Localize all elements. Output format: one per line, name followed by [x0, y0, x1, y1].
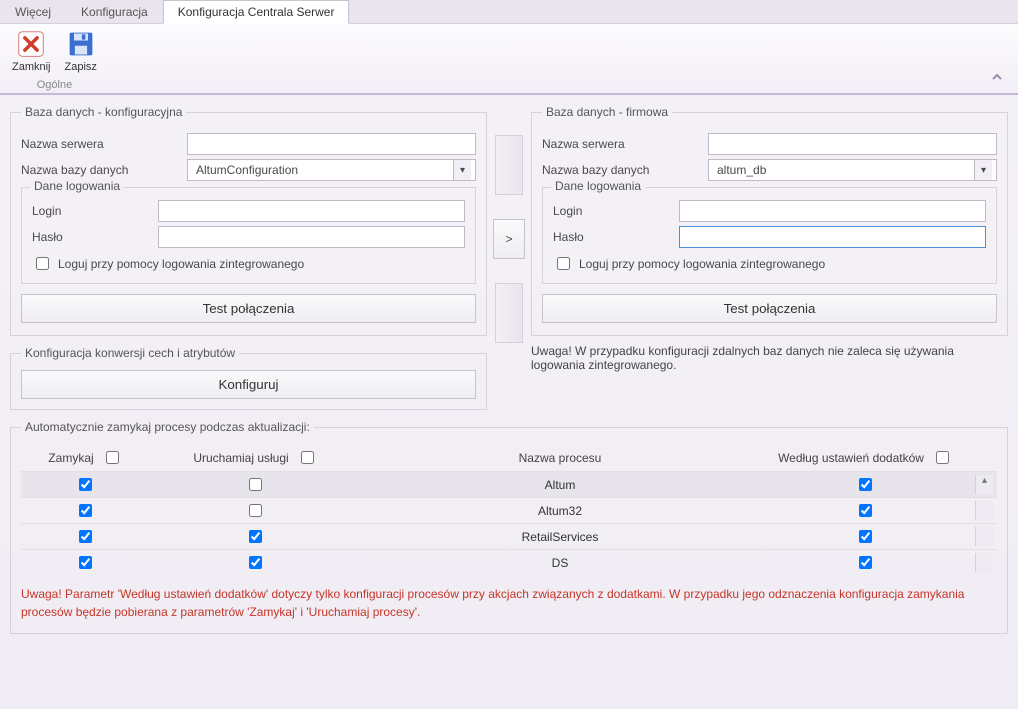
row-process-name: DS — [365, 556, 755, 570]
save-button-label: Zapisz — [65, 61, 97, 73]
center-column: > — [491, 105, 527, 343]
row-addon-checkbox[interactable] — [859, 478, 872, 491]
company-dbname-label: Nazwa bazy danych — [542, 163, 702, 177]
config-server-input[interactable] — [187, 133, 476, 155]
row-start-checkbox[interactable] — [249, 478, 262, 491]
ribbon: Zamknij Zapisz Ogólne — [0, 24, 1018, 95]
chevron-down-icon[interactable]: ▾ — [974, 160, 992, 180]
company-login-group-label: Dane logowania — [551, 179, 645, 193]
company-integrated-checkbox[interactable] — [557, 257, 570, 270]
row-addon-checkbox[interactable] — [859, 504, 872, 517]
header-start-services: Uruchamiaj usługi — [193, 451, 288, 465]
company-integrated-label: Loguj przy pomocy logowania zintegrowane… — [579, 257, 825, 271]
ribbon-group-label: Ogólne — [37, 77, 72, 91]
row-start-checkbox[interactable] — [249, 504, 262, 517]
process-table-header: Zamykaj Uruchamiaj usługi Nazwa procesu … — [21, 444, 997, 471]
table-row[interactable]: Altum ▴ — [21, 471, 997, 497]
table-row[interactable]: DS — [21, 549, 997, 575]
scrollbar[interactable] — [975, 527, 993, 546]
company-dbname-value: altum_db — [713, 161, 974, 179]
config-integrated-label: Loguj przy pomocy logowania zintegrowane… — [58, 257, 304, 271]
company-server-label: Nazwa serwera — [542, 137, 702, 151]
group-process-autoclose-legend: Automatycznie zamykaj procesy podczas ak… — [21, 420, 314, 434]
row-close-checkbox[interactable] — [79, 530, 92, 543]
group-company-db: Baza danych - firmowa Nazwa serwera Nazw… — [531, 105, 1008, 336]
company-login-input[interactable] — [679, 200, 986, 222]
group-company-db-legend: Baza danych - firmowa — [542, 105, 672, 119]
row-close-checkbox[interactable] — [79, 504, 92, 517]
config-dbname-label: Nazwa bazy danych — [21, 163, 181, 177]
config-server-label: Nazwa serwera — [21, 137, 181, 151]
tab-bar: Więcej Konfiguracja Konfiguracja Central… — [0, 0, 1018, 24]
save-button[interactable]: Zapisz — [61, 28, 101, 75]
header-addon-checkbox[interactable] — [936, 451, 949, 464]
chevron-down-icon[interactable]: ▾ — [453, 160, 471, 180]
tab-central-server-config[interactable]: Konfiguracja Centrala Serwer — [163, 0, 350, 24]
company-password-input[interactable] — [679, 226, 986, 248]
scrollbar[interactable]: ▴ — [975, 475, 993, 494]
center-bar-top — [495, 135, 523, 195]
company-login-group: Dane logowania Login Hasło Loguj przy po… — [542, 187, 997, 284]
process-warning: Uwaga! Parametr 'Według ustawień dodatkó… — [21, 585, 997, 621]
config-login-group: Dane logowania Login Hasło Loguj przy po… — [21, 187, 476, 284]
config-login-label: Login — [32, 204, 152, 218]
save-icon — [67, 30, 95, 61]
company-test-connection-button[interactable]: Test połączenia — [542, 294, 997, 323]
config-integrated-checkbox[interactable] — [36, 257, 49, 270]
ribbon-collapse-button[interactable] — [984, 66, 1010, 91]
config-login-group-label: Dane logowania — [30, 179, 124, 193]
tab-config[interactable]: Konfiguracja — [66, 0, 163, 23]
config-test-connection-button[interactable]: Test połączenia — [21, 294, 476, 323]
company-dbname-combo[interactable]: altum_db ▾ — [708, 159, 997, 181]
config-login-input[interactable] — [158, 200, 465, 222]
tab-more[interactable]: Więcej — [0, 0, 66, 23]
config-dbname-combo[interactable]: AltumConfiguration ▾ — [187, 159, 476, 181]
row-close-checkbox[interactable] — [79, 556, 92, 569]
header-start-checkbox[interactable] — [301, 451, 314, 464]
row-close-checkbox[interactable] — [79, 478, 92, 491]
scrollbar[interactable] — [975, 553, 993, 572]
ribbon-group-general: Zamknij Zapisz Ogólne — [8, 28, 101, 91]
row-process-name: Altum — [365, 478, 755, 492]
group-attr-conversion: Konfiguracja konwersji cech i atrybutów … — [10, 346, 487, 410]
row-addon-checkbox[interactable] — [859, 530, 872, 543]
row-process-name: RetailServices — [365, 530, 755, 544]
company-password-label: Hasło — [553, 230, 673, 244]
group-config-db: Baza danych - konfiguracyjna Nazwa serwe… — [10, 105, 487, 336]
row-addon-checkbox[interactable] — [859, 556, 872, 569]
row-start-checkbox[interactable] — [249, 530, 262, 543]
row-start-checkbox[interactable] — [249, 556, 262, 569]
company-server-input[interactable] — [708, 133, 997, 155]
remote-db-note: Uwaga! W przypadku konfiguracji zdalnych… — [531, 344, 1008, 372]
table-row[interactable]: RetailServices — [21, 523, 997, 549]
group-process-autoclose: Automatycznie zamykaj procesy podczas ak… — [10, 420, 1008, 634]
header-process-name: Nazwa procesu — [519, 451, 602, 465]
row-process-name: Altum32 — [365, 504, 755, 518]
transfer-right-button[interactable]: > — [493, 219, 525, 259]
group-config-db-legend: Baza danych - konfiguracyjna — [21, 105, 186, 119]
center-bar-bottom — [495, 283, 523, 343]
configure-button[interactable]: Konfiguruj — [21, 370, 476, 399]
table-row[interactable]: Altum32 — [21, 497, 997, 523]
process-table-body: Altum ▴ Altum32 RetailServices DS — [21, 471, 997, 575]
header-close: Zamykaj — [48, 451, 93, 465]
config-dbname-value: AltumConfiguration — [192, 161, 453, 179]
close-icon — [17, 30, 45, 61]
header-close-checkbox[interactable] — [106, 451, 119, 464]
config-password-input[interactable] — [158, 226, 465, 248]
scrollbar[interactable] — [975, 501, 993, 520]
close-button[interactable]: Zamknij — [8, 28, 55, 75]
company-login-label: Login — [553, 204, 673, 218]
group-attr-conversion-legend: Konfiguracja konwersji cech i atrybutów — [21, 346, 239, 360]
header-addon-settings: Według ustawień dodatków — [778, 451, 924, 465]
close-button-label: Zamknij — [12, 61, 51, 73]
config-password-label: Hasło — [32, 230, 152, 244]
